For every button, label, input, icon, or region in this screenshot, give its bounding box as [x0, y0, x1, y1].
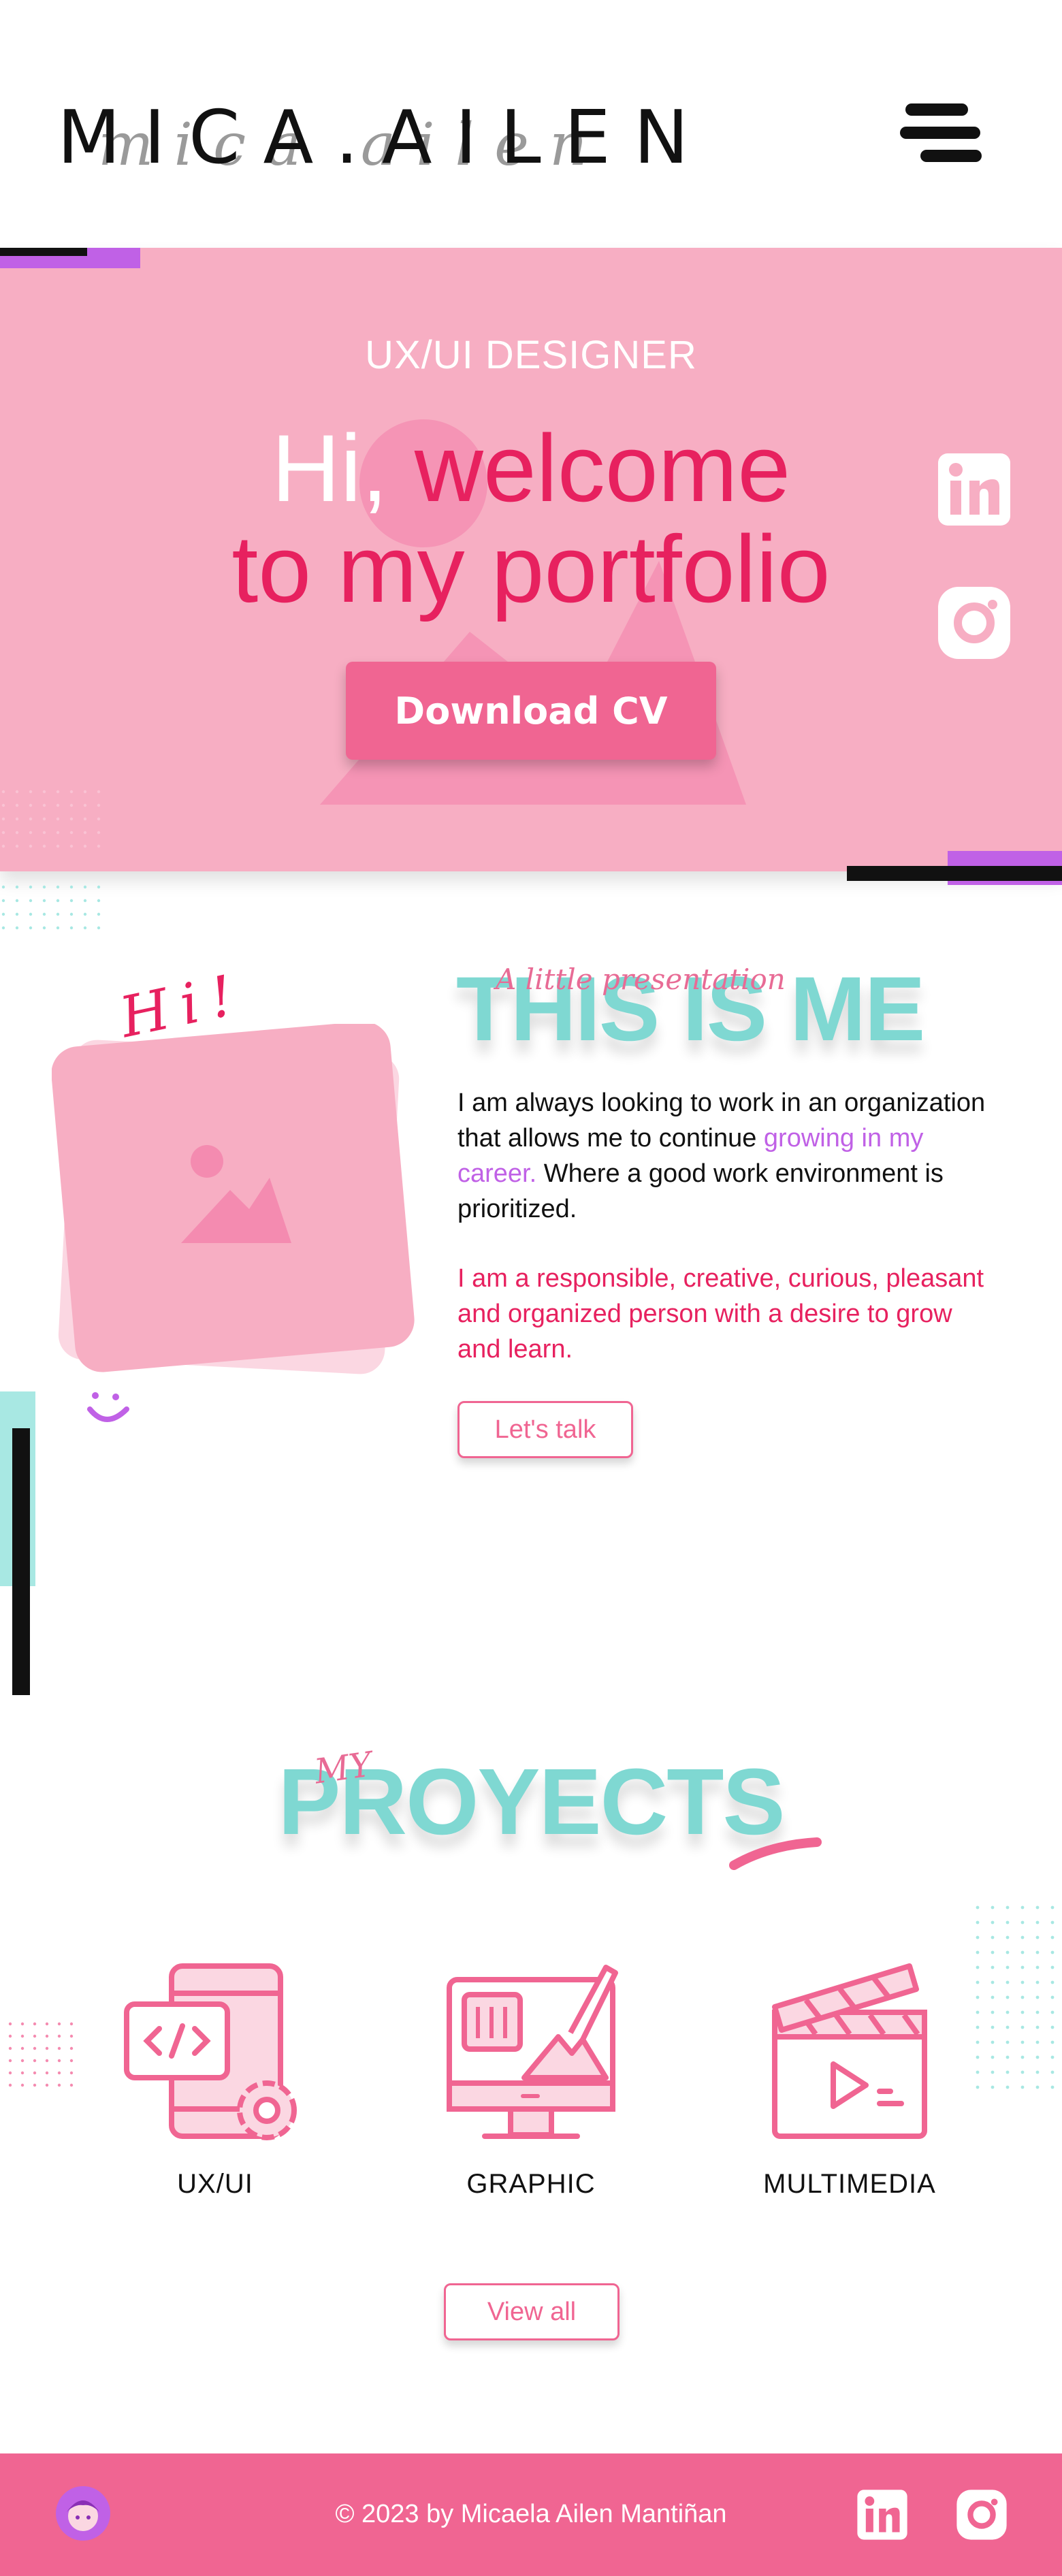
project-card-multimedia[interactable]: MULTIMEDIA — [727, 1952, 972, 2225]
decorative-corner-bars-top — [0, 248, 140, 268]
project-label-graphic: GRAPHIC — [466, 2169, 596, 2199]
profile-photo-placeholder — [52, 1024, 415, 1374]
about-paragraph-1: I am always looking to work in an organi… — [457, 1089, 986, 1223]
hero-title-welcome: welcome — [387, 415, 791, 521]
monitor-paintbrush-icon — [447, 1965, 618, 2139]
decorative-dots-teal — [974, 1903, 1055, 2094]
smile-doodle-icon — [87, 1392, 129, 1422]
lets-talk-button[interactable]: Let's talk — [457, 1401, 633, 1458]
hero-role: UX/UI DESIGNER — [365, 333, 697, 377]
hero-section: UX/UI DESIGNER Hi, welcome to my portfol… — [0, 248, 1062, 871]
footer-instagram-icon[interactable] — [956, 2489, 1008, 2541]
site-logo[interactable]: mica ailen MICA.AILEN — [57, 87, 724, 189]
hero-title: Hi, welcome to my portfolio — [0, 418, 1062, 619]
about-paragraph-2: I am a responsible, creative, curious, p… — [457, 1264, 984, 1364]
instagram-icon[interactable] — [937, 585, 1012, 660]
hamburger-menu-icon[interactable] — [900, 101, 982, 163]
project-card-ux-ui[interactable]: UX/UI — [93, 1952, 338, 2225]
decorative-side-bars — [0, 1391, 35, 1695]
download-cv-button[interactable]: Download CV — [346, 662, 716, 760]
project-card-graphic[interactable]: GRAPHIC — [408, 1952, 654, 2225]
view-all-button[interactable]: View all — [444, 2283, 620, 2340]
decorative-dots-pink — [0, 788, 109, 938]
projects-subtitle: MY — [312, 1744, 374, 1792]
clapperboard-icon — [772, 1963, 927, 2139]
footer-linkedin-icon[interactable] — [856, 2489, 908, 2541]
linkedin-icon[interactable] — [937, 452, 1012, 527]
site-header: mica ailen MICA.AILEN — [0, 0, 1062, 248]
project-label-ux-ui: UX/UI — [177, 2169, 253, 2199]
decorative-dots-pink-2 — [7, 2020, 75, 2095]
hero-title-line2: to my portfolio — [231, 515, 831, 622]
site-footer: © 2023 by Micaela Ailen Mantiñan — [0, 2453, 1062, 2576]
about-subtitle: A little presentation — [496, 963, 786, 996]
projects-title: PROYECTS — [278, 1750, 785, 1854]
decorative-corner-bars-bottom — [847, 851, 1062, 885]
project-label-multimedia: MULTIMEDIA — [763, 2169, 936, 2199]
hero-title-hi: Hi, — [271, 415, 388, 521]
projects-title-underline — [729, 1837, 822, 1870]
mobile-code-gear-icon — [124, 1963, 297, 2140]
logo-text: MICA.AILEN — [57, 95, 712, 180]
